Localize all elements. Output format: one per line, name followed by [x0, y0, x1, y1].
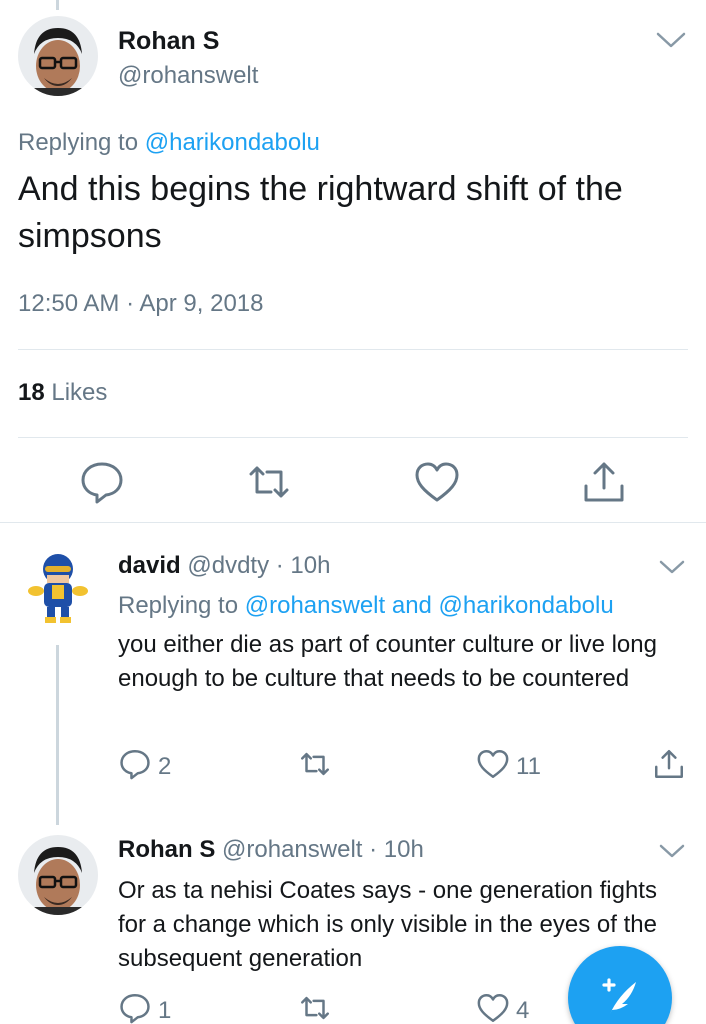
reply-text: you either die as part of counter cultur… [118, 631, 657, 692]
share-icon[interactable] [580, 458, 628, 506]
like-icon [476, 747, 510, 788]
reply-icon [118, 991, 152, 1024]
chevron-down-icon[interactable] [658, 557, 686, 577]
like-count: 4 [516, 997, 530, 1024]
mention-link[interactable]: @rohanswelt and @harikondabolu [245, 592, 614, 619]
like-button[interactable]: 4 [476, 993, 529, 1024]
like-button[interactable]: 11 [476, 749, 541, 785]
replying-prefix: Replying to [18, 129, 139, 156]
reply-time: · 10h [369, 836, 424, 863]
retweet-button[interactable] [298, 749, 338, 785]
avatar[interactable] [18, 545, 98, 625]
thread-line [56, 645, 59, 825]
reply-header: Rohan S @rohanswelt · 10h [118, 836, 424, 864]
author-handle[interactable]: @rohanswelt [222, 836, 362, 863]
author-name[interactable]: david [118, 552, 181, 579]
author-handle[interactable]: @rohanswelt [118, 62, 258, 90]
retweet-button[interactable] [298, 993, 338, 1024]
reply-button[interactable]: 2 [118, 749, 171, 785]
reply-time: · 10h [275, 552, 331, 579]
replying-to: Replying to @rohanswelt and @harikondabo… [118, 592, 614, 620]
retweet-icon [298, 991, 332, 1024]
divider [18, 437, 688, 438]
tweet-timestamp: 12:50 AM · Apr 9, 2018 [18, 290, 264, 317]
author-name[interactable]: Rohan S [118, 27, 219, 56]
retweet-icon [298, 747, 332, 788]
avatar[interactable] [18, 835, 98, 915]
replying-to: Replying to @harikondabolu [18, 129, 320, 157]
reply-header: david @dvdty · 10h [118, 552, 330, 580]
chevron-down-icon[interactable] [654, 28, 688, 52]
chevron-down-icon[interactable] [658, 841, 686, 861]
share-icon [652, 747, 686, 788]
like-count: 11 [516, 753, 541, 780]
replying-prefix: Replying to [118, 592, 239, 619]
reply-icon [118, 747, 152, 788]
compose-tweet-icon [602, 978, 636, 1014]
reply-icon[interactable] [78, 458, 126, 506]
likes-label: Likes [51, 379, 108, 406]
likes-count[interactable]: 18 Likes [18, 379, 107, 407]
divider [18, 349, 688, 350]
mention-link[interactable]: @harikondabolu [145, 129, 320, 156]
avatar[interactable] [18, 16, 98, 96]
reply-count: 1 [158, 997, 172, 1024]
main-tweet: Rohan S @rohanswelt Replying to @harikon… [0, 0, 706, 522]
reply-tweet[interactable]: david @dvdty · 10h Replying to @rohanswe… [0, 523, 706, 825]
like-icon[interactable] [413, 458, 461, 506]
share-button[interactable] [652, 749, 686, 785]
retweet-icon[interactable] [245, 458, 293, 506]
author-name[interactable]: Rohan S [118, 836, 215, 863]
reply-button[interactable]: 1 [118, 993, 171, 1024]
like-icon [476, 991, 510, 1024]
author-handle[interactable]: @dvdty [187, 552, 269, 579]
reply-count: 2 [158, 753, 172, 780]
tweet-text: And this begins the rightward shift of t… [18, 170, 623, 255]
likes-number: 18 [18, 379, 45, 406]
